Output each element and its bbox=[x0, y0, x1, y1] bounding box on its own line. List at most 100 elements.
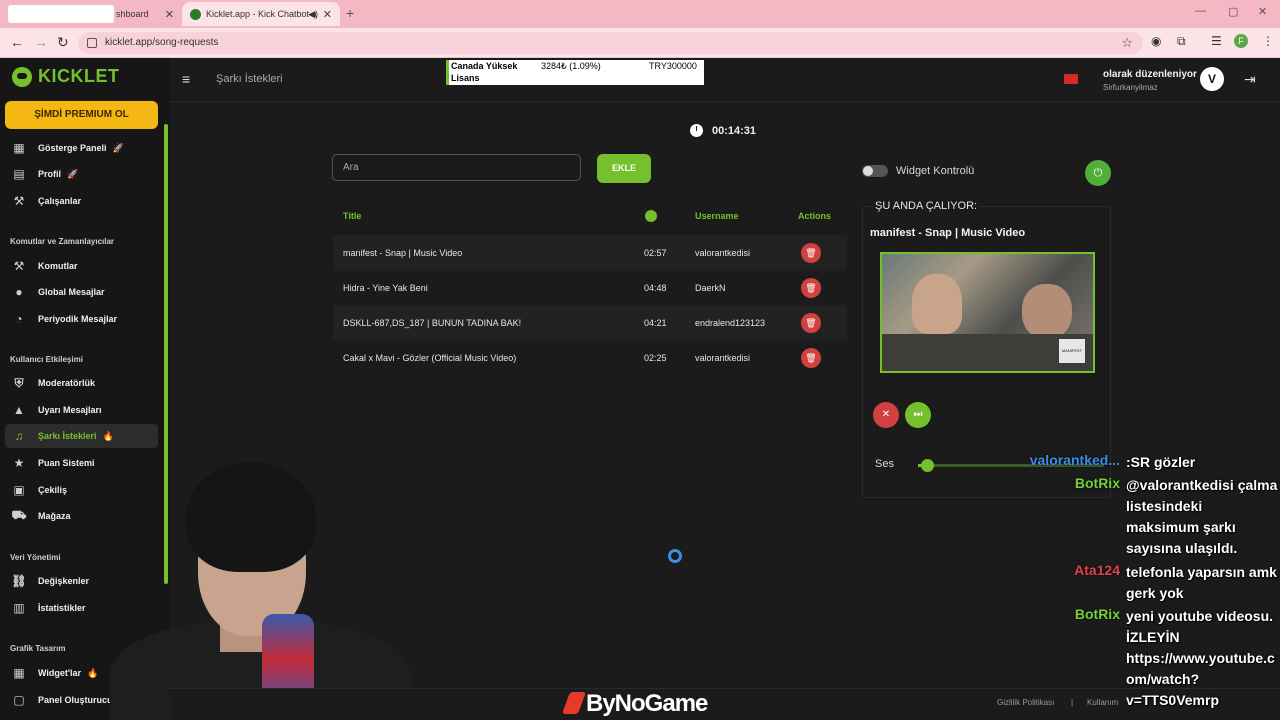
section-data: Veri Yönetimi bbox=[10, 553, 61, 562]
logout-icon[interactable]: ⇥ bbox=[1244, 71, 1256, 88]
minimize-icon[interactable]: — bbox=[1195, 5, 1206, 17]
row-duration: 04:48 bbox=[644, 283, 667, 293]
row-title: DSKLL-687,DS_187 | BUNUN TADINA BAK! bbox=[343, 318, 522, 328]
browser-tab-kicklet[interactable]: Kicklet.app - Kick Chatbot a ◀) ✕ bbox=[182, 2, 340, 26]
user-handle: Sirfurkanyilmaz bbox=[1103, 83, 1158, 92]
stop-button[interactable]: ✕ bbox=[873, 402, 899, 428]
chat-line: maksimum şarkı bbox=[1126, 519, 1236, 535]
more-menu-icon[interactable]: ⋮ bbox=[1262, 34, 1274, 48]
sidebar-item-moderation[interactable]: ⛨ Moderatörlük bbox=[5, 371, 158, 395]
app-header: ≡ Şarkı İstekleri Canada Yüksek Lisans 3… bbox=[170, 58, 1280, 102]
user-avatar[interactable]: V bbox=[1200, 67, 1224, 91]
window-close-icon[interactable]: ✕ bbox=[1258, 5, 1267, 18]
page-title: Şarkı İstekleri bbox=[216, 73, 283, 85]
video-frame-shape bbox=[912, 274, 962, 334]
section-graphics: Grafik Tasarım bbox=[10, 644, 66, 653]
browser-tab-bar: shboard ✕ Kicklet.app - Kick Chatbot a ◀… bbox=[0, 0, 1280, 28]
premium-button[interactable]: ŞİMDİ PREMIUM OL bbox=[5, 101, 158, 129]
menu-toggle-icon[interactable]: ≡ bbox=[182, 71, 190, 87]
volume-label: Ses bbox=[875, 458, 894, 470]
delete-song-button[interactable]: 🗑 bbox=[801, 278, 821, 298]
url-field[interactable]: kicklet.app/song-requests ☆ bbox=[78, 32, 1143, 54]
maximize-icon[interactable]: ▢ bbox=[1228, 5, 1238, 18]
row-duration: 02:57 bbox=[644, 248, 667, 258]
site-info-icon[interactable] bbox=[87, 38, 97, 48]
row-duration: 04:21 bbox=[644, 318, 667, 328]
profile-avatar[interactable]: F bbox=[1234, 34, 1248, 48]
sidebar-item-profile[interactable]: ▤ Profil 🚀 bbox=[5, 162, 158, 186]
close-tab-icon[interactable]: ✕ bbox=[165, 8, 174, 21]
section-commands: Komutlar ve Zamanlayıcılar bbox=[10, 237, 115, 246]
row-duration: 02:25 bbox=[644, 353, 667, 363]
widget-control[interactable]: Widget Kontrolü bbox=[862, 165, 974, 177]
new-tab-icon[interactable]: + bbox=[346, 5, 354, 21]
puzzle-icon[interactable]: ⧉ bbox=[1177, 34, 1186, 49]
row-title: Hidra - Yine Yak Beni bbox=[343, 283, 428, 293]
delete-song-button[interactable]: 🗑 bbox=[801, 313, 821, 333]
chat-nick: Ata124 bbox=[1074, 562, 1120, 578]
video-player[interactable]: MANIFEST bbox=[880, 252, 1095, 373]
delete-song-button[interactable]: 🗑 bbox=[801, 243, 821, 263]
add-button[interactable]: EKLE bbox=[597, 154, 651, 183]
profile-icon: ▤ bbox=[13, 167, 25, 181]
kicklet-logo-icon bbox=[12, 66, 32, 87]
sidebar-item-song-requests[interactable]: ♫ Şarkı İstekleri 🔥 bbox=[5, 424, 158, 448]
star-icon: ★ bbox=[13, 456, 25, 470]
user-name: olarak düzenleniyor bbox=[1103, 69, 1197, 80]
dashboard-icon: ▦ bbox=[13, 141, 25, 155]
sidebar-item-periodic-messages[interactable]: ◔ Periyodik Mesajlar bbox=[5, 307, 158, 331]
sidebar-item-global-messages[interactable]: ● Global Mesajlar bbox=[5, 280, 158, 304]
webcam-shape bbox=[186, 462, 316, 572]
chat-icon: ● bbox=[15, 285, 23, 299]
rocket-icon: 🚀 bbox=[112, 142, 124, 153]
bynogame-logo: ByNoGame bbox=[561, 690, 708, 718]
browser-tab-dashboard[interactable]: shboard ✕ bbox=[0, 2, 182, 26]
col-title: Title bbox=[343, 211, 362, 221]
mouse-cursor-icon bbox=[668, 549, 682, 563]
forward-icon[interactable]: → bbox=[34, 34, 48, 50]
address-bar: ← → ↻ kicklet.app/song-requests ☆ bbox=[0, 28, 1280, 58]
table-header: Title Username Actions bbox=[333, 206, 847, 226]
section-interaction: Kullanıcı Etkileşimi bbox=[10, 355, 83, 364]
url-text: kicklet.app/song-requests bbox=[105, 37, 219, 48]
row-username: DaerkN bbox=[695, 283, 726, 293]
tab-label: Kicklet.app - Kick Chatbot a bbox=[206, 9, 317, 19]
chat-nick: BotRix bbox=[1074, 475, 1120, 491]
chat-line: yeni youtube videosu. bbox=[1126, 608, 1274, 624]
sidebar-item-commands[interactable]: ⚒ Komutlar bbox=[5, 254, 158, 278]
chat-nick: BotRix bbox=[1074, 606, 1120, 622]
reload-icon[interactable]: ↻ bbox=[57, 34, 69, 51]
skip-button[interactable]: ⏭ bbox=[905, 402, 931, 428]
media-icon[interactable]: ☰ bbox=[1211, 34, 1222, 48]
search-input[interactable] bbox=[332, 154, 581, 181]
workers-icon: ⚒ bbox=[13, 194, 25, 208]
chat-line: om/watch? bbox=[1126, 671, 1200, 687]
table-row: manifest - Snap | Music Video 02:57 valo… bbox=[333, 235, 847, 269]
bookmark-star-icon[interactable]: ☆ bbox=[1121, 35, 1133, 51]
sidebar-item-warnings[interactable]: ▲ Uyarı Mesajları bbox=[5, 398, 158, 422]
warning-icon: ▲ bbox=[13, 403, 25, 417]
brand-logo[interactable]: KICKLET bbox=[12, 66, 120, 87]
webcam-overlay bbox=[100, 452, 410, 720]
close-tab-icon[interactable]: ✕ bbox=[323, 8, 332, 21]
clock-icon bbox=[690, 124, 703, 137]
chat-line: gerk yok bbox=[1126, 585, 1184, 601]
power-button[interactable]: ⏻ bbox=[1085, 160, 1111, 186]
delete-song-button[interactable]: 🗑 bbox=[801, 348, 821, 368]
table-row: Cakal x Mavi - Gözler (Official Music Vi… bbox=[333, 340, 847, 374]
extension-icon[interactable]: ◉ bbox=[1151, 34, 1161, 48]
speaker-icon[interactable]: ◀) bbox=[308, 9, 318, 20]
gift-icon: ▣ bbox=[13, 483, 25, 497]
turkey-flag-icon[interactable] bbox=[1064, 74, 1078, 84]
sidebar-item-dashboard[interactable]: ▦ Gösterge Paneli 🚀 bbox=[5, 136, 158, 160]
stats-icon: ▥ bbox=[13, 601, 25, 615]
tab-label: shboard bbox=[116, 9, 149, 19]
now-playing-label: ŞU ANDA ÇALIYOR: bbox=[873, 200, 980, 212]
now-playing-title: manifest - Snap | Music Video bbox=[870, 227, 1026, 239]
music-icon: ♫ bbox=[14, 429, 24, 443]
back-icon[interactable]: ← bbox=[10, 34, 24, 50]
clock-icon: ◔ bbox=[15, 312, 23, 326]
sidebar-item-workers[interactable]: ⚒ Çalışanlar bbox=[5, 189, 158, 213]
tab-favicon-area bbox=[8, 5, 114, 23]
widget-toggle[interactable] bbox=[862, 165, 888, 177]
